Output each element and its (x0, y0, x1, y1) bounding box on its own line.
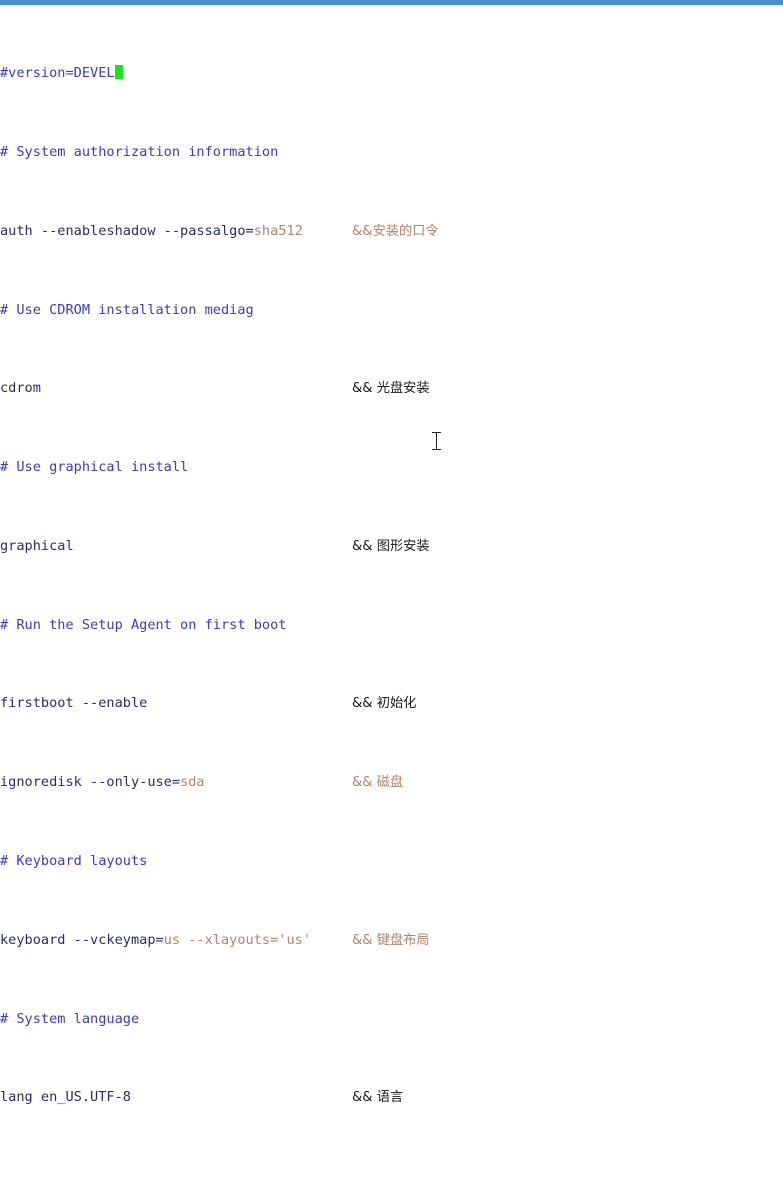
annotation-cdrom: && 光盘安装 (352, 381, 430, 397)
line-text: ignoredisk --only-use= (0, 774, 181, 791)
line-text: graphical (0, 537, 74, 554)
code-line-1[interactable]: #version=DEVEL (0, 64, 783, 84)
code-line-blank-1[interactable] (0, 1167, 783, 1187)
code-line-8[interactable]: # Run the Setup Agent on first boot (0, 616, 783, 636)
annotation-keyboard: && 键盘布局 (352, 932, 430, 948)
line-text: cdrom (0, 380, 41, 397)
code-line-2[interactable]: # System authorization information (0, 143, 783, 163)
line-text: keyboard --vckeymap= (0, 931, 164, 948)
code-line-6[interactable]: # Use graphical install (0, 458, 783, 478)
code-line-9[interactable]: firstboot --enable && 初始化 (0, 694, 783, 714)
line-text: lang en_US.UTF-8 (0, 1089, 131, 1106)
line-value: sha512 (253, 222, 303, 239)
code-line-4[interactable]: # Use CDROM installation mediag (0, 301, 783, 321)
annotation-lang: && 语言 (352, 1090, 404, 1106)
code-line-13[interactable]: # System language (0, 1010, 783, 1030)
code-line-10[interactable]: ignoredisk --only-use=sda && 磁盘 (0, 773, 783, 793)
line-text: # Keyboard layouts (0, 853, 148, 870)
line-text: # Use CDROM installation mediag (0, 301, 254, 318)
annotation-firstboot: && 初始化 (352, 696, 417, 712)
code-line-5[interactable]: cdrom && 光盘安装 (0, 379, 783, 399)
code-line-7[interactable]: graphical && 图形安装 (0, 537, 783, 557)
line-value-extra: --xlayouts='us' (180, 931, 312, 948)
editor-window: #version=DEVEL # System authorization in… (0, 0, 783, 1105)
line-text: # System authorization information (0, 143, 279, 160)
line-text: #version=DEVEL (0, 65, 115, 82)
text-cursor-block (114, 65, 123, 80)
code-line-11[interactable]: # Keyboard layouts (0, 852, 783, 872)
line-text: # System language (0, 1010, 140, 1027)
line-value: us (163, 931, 181, 948)
line-text: # Run the Setup Agent on first boot (0, 616, 287, 633)
annotation-passalgo: &&安装的口令 (352, 223, 439, 239)
line-value: sda (180, 774, 205, 791)
code-line-14[interactable]: lang en_US.UTF-8 && 语言 (0, 1088, 783, 1108)
annotation-graphical: && 图形安装 (352, 538, 430, 554)
line-text: # Use graphical install (0, 459, 189, 476)
annotation-ignoredisk: && 磁盘 (352, 775, 404, 791)
code-line-3[interactable]: auth --enableshadow --passalgo=sha512 &&安… (0, 222, 783, 242)
code-area[interactable]: #version=DEVEL # System authorization in… (0, 5, 783, 1194)
line-text: firstboot --enable (0, 695, 148, 712)
line-text: auth --enableshadow --passalgo= (0, 222, 254, 239)
code-line-12[interactable]: keyboard --vckeymap=us --xlayouts='us' &&… (0, 931, 783, 951)
